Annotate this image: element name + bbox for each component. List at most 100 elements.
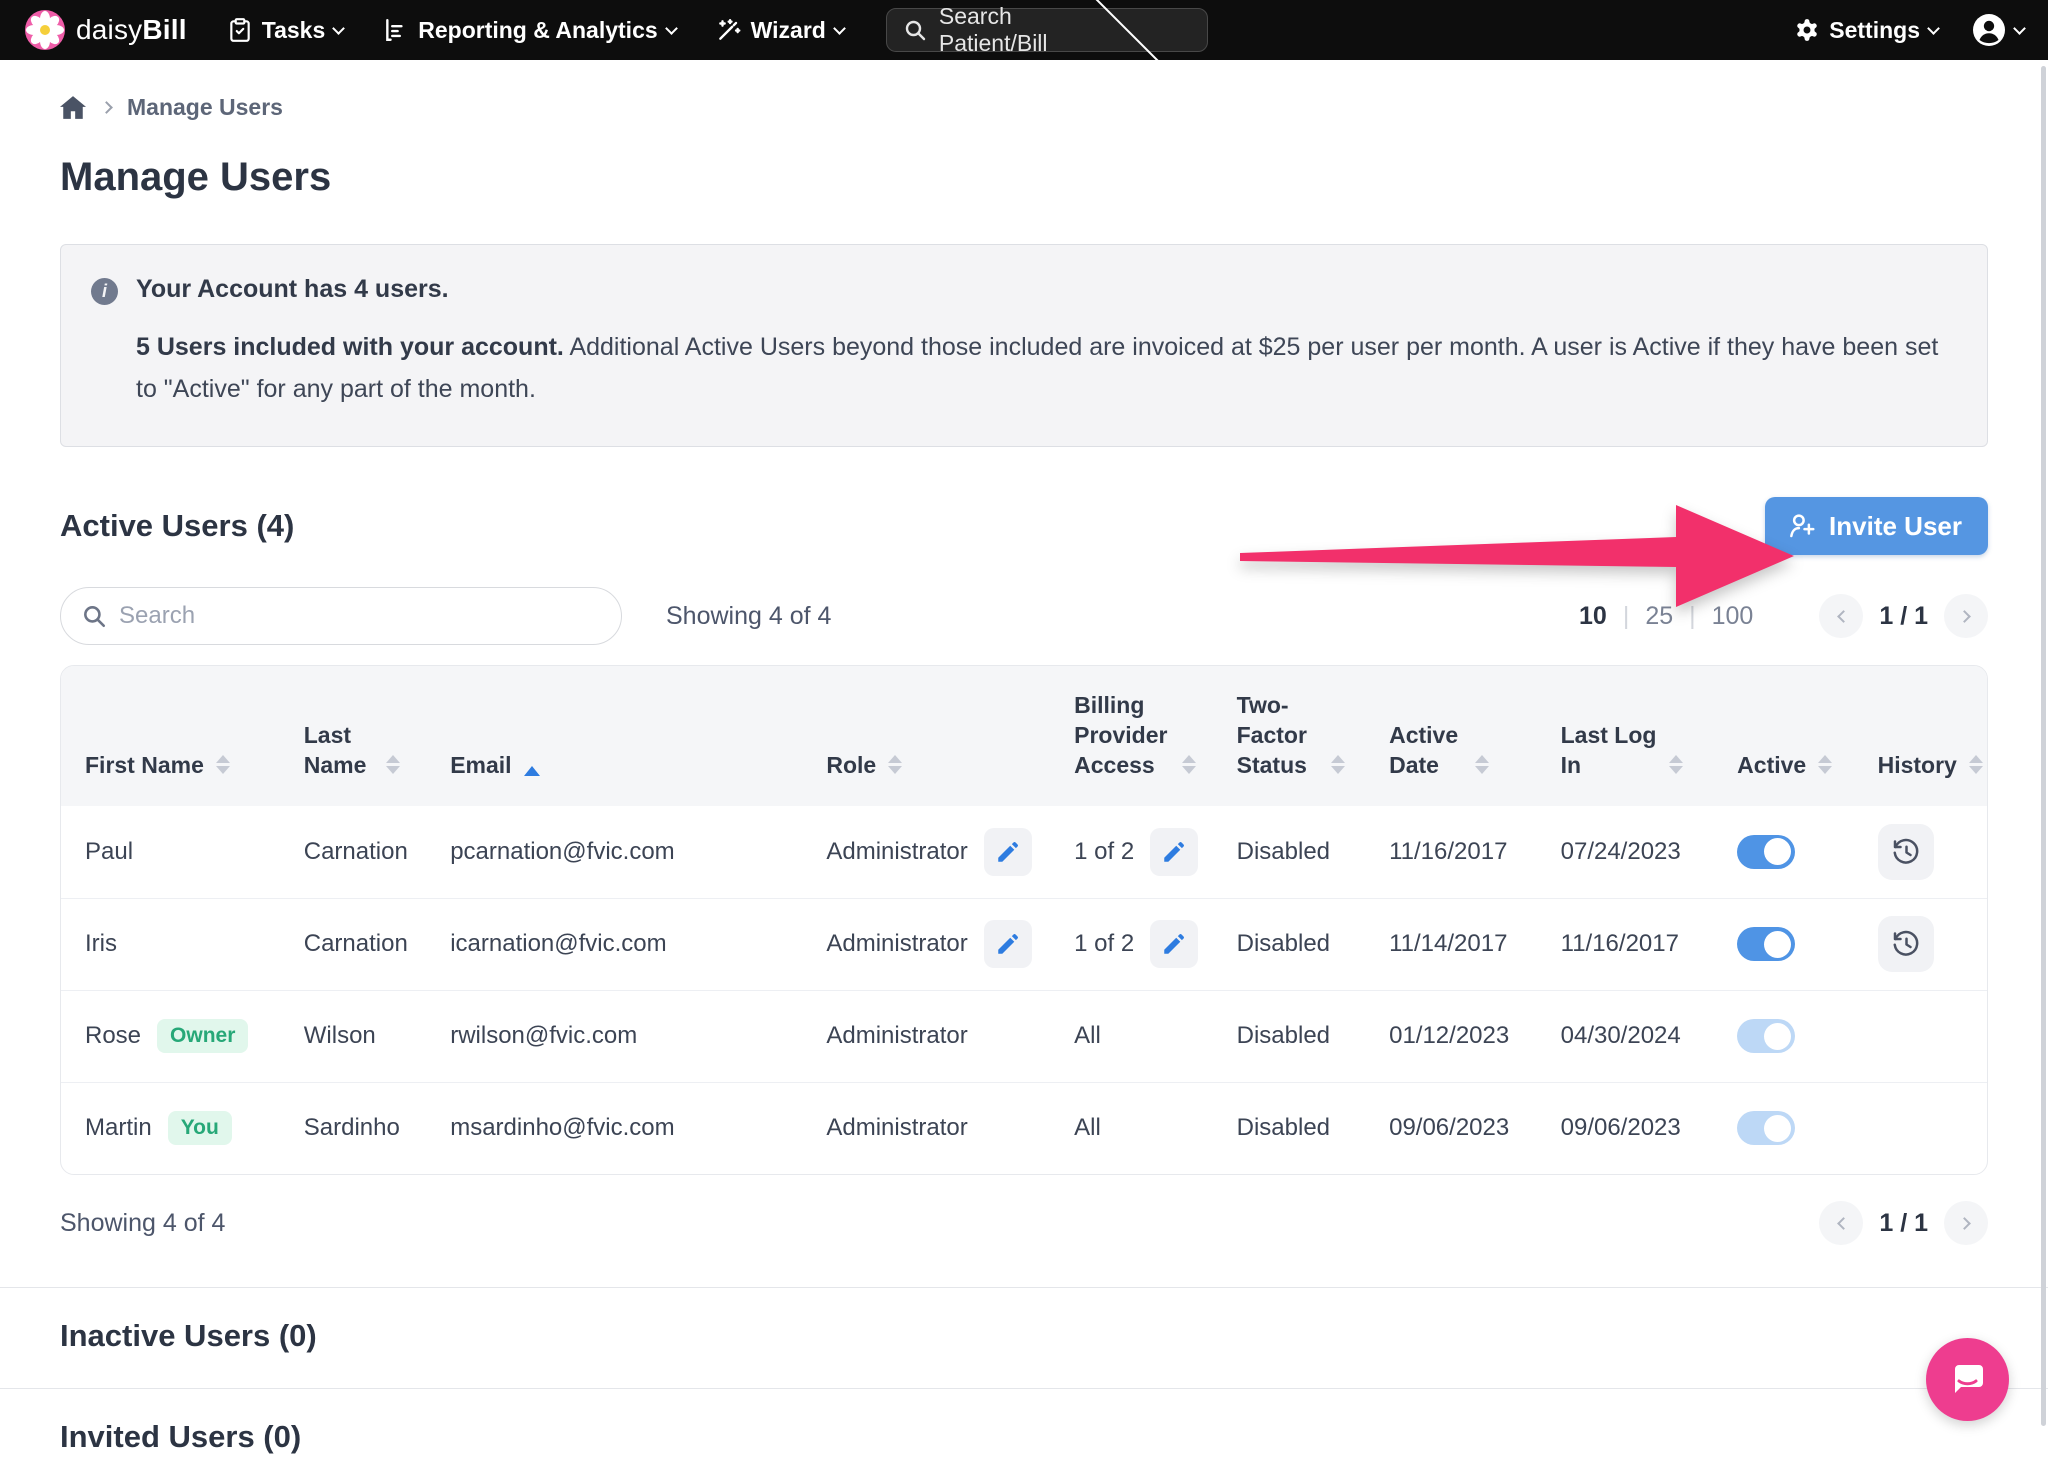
cell-two-factor-status: Disabled — [1237, 990, 1389, 1082]
cell-two-factor-status: Disabled — [1237, 1082, 1389, 1174]
cell-role: Administrator — [826, 1082, 1074, 1174]
invited-users-heading[interactable]: Invited Users (0) — [60, 1419, 1988, 1455]
table-row: PaulCarnationpcarnation@fvic.comAdminist… — [61, 806, 1987, 898]
billing-access-value: 1 of 2 — [1074, 838, 1134, 866]
scrollbar[interactable] — [2041, 66, 2046, 1426]
active-users-table: First Name Last Name Email Role Billing … — [60, 665, 1988, 1175]
clipboard-icon — [227, 17, 253, 43]
daisy-flower-icon — [24, 9, 66, 51]
cell-role: Administrator — [826, 806, 1074, 898]
edit-billing-access-button[interactable] — [1150, 828, 1198, 876]
cell-first-name: Iris — [61, 898, 304, 990]
sort-icon[interactable] — [1818, 755, 1832, 780]
edit-billing-access-button[interactable] — [1150, 920, 1198, 968]
inactive-users-heading[interactable]: Inactive Users (0) — [60, 1318, 1988, 1354]
edit-role-button[interactable] — [984, 920, 1032, 968]
home-icon[interactable] — [60, 96, 86, 120]
account-menu[interactable] — [1972, 13, 2024, 47]
table-row: IrisCarnationicarnation@fvic.comAdminist… — [61, 898, 1987, 990]
invite-user-label: Invite User — [1829, 511, 1962, 542]
history-icon — [1891, 837, 1921, 867]
page-size-25[interactable]: 25 — [1645, 602, 1673, 631]
invite-user-button[interactable]: Invite User — [1765, 497, 1988, 555]
col-two-factor-status: Two-Factor Status — [1237, 690, 1319, 780]
cell-email: icarnation@fvic.com — [450, 898, 826, 990]
nav-item-tasks[interactable]: Tasks — [227, 17, 344, 44]
nav-item-label: Settings — [1829, 17, 1920, 44]
col-active-date: Active Date — [1389, 720, 1463, 780]
prev-page-button[interactable] — [1819, 1201, 1863, 1245]
history-button[interactable] — [1878, 824, 1934, 880]
cell-billing-access: All — [1074, 1082, 1237, 1174]
info-banner-bold: 5 Users included with your account. — [136, 333, 564, 361]
info-banner: i Your Account has 4 users. 5 Users incl… — [60, 244, 1988, 447]
sort-icon[interactable] — [1475, 755, 1489, 780]
edit-role-button[interactable] — [984, 828, 1032, 876]
users-search[interactable] — [60, 587, 622, 645]
pencil-icon — [1161, 839, 1187, 865]
separator: | — [1689, 602, 1696, 631]
active-toggle[interactable] — [1737, 927, 1795, 961]
sort-icon[interactable] — [386, 755, 400, 780]
toggle-knob — [1764, 931, 1791, 958]
sort-ascending-icon[interactable] — [524, 738, 540, 780]
next-page-button[interactable] — [1944, 594, 1988, 638]
pencil-icon — [995, 839, 1021, 865]
nav-item-wizard[interactable]: Wizard — [716, 17, 844, 44]
cell-last-login: 07/24/2023 — [1561, 806, 1738, 898]
active-toggle[interactable] — [1737, 835, 1795, 869]
user-plus-icon — [1787, 511, 1817, 541]
cell-last-name: Sardinho — [304, 1082, 450, 1174]
page-size-10[interactable]: 10 — [1579, 602, 1607, 631]
page-size-100[interactable]: 100 — [1712, 602, 1754, 631]
users-search-input[interactable] — [119, 602, 601, 630]
page-title: Manage Users — [60, 155, 1988, 200]
col-active: Active — [1737, 750, 1806, 780]
pagination-bottom: 1 / 1 — [1819, 1201, 1988, 1245]
toggle-knob — [1764, 838, 1791, 865]
cell-email: msardinho@fvic.com — [450, 1082, 826, 1174]
top-nav: daisyBill Tasks Reporting & Analytics Wi… — [0, 0, 2048, 60]
cell-last-name: Carnation — [304, 806, 450, 898]
sort-icon[interactable] — [1669, 755, 1683, 780]
showing-count-bottom: Showing 4 of 4 — [60, 1209, 225, 1238]
cell-role: Administrator — [826, 990, 1074, 1082]
breadcrumb-current[interactable]: Manage Users — [127, 94, 283, 121]
cell-history — [1878, 898, 1987, 990]
brand-logo[interactable]: daisyBill — [24, 9, 187, 51]
col-last-log-in: Last Log In — [1561, 720, 1657, 780]
cell-last-name: Wilson — [304, 990, 450, 1082]
chat-launcher-button[interactable] — [1926, 1338, 2009, 1421]
prev-page-button[interactable] — [1819, 594, 1863, 638]
history-button[interactable] — [1878, 916, 1934, 972]
table-row: RoseOwnerWilsonrwilson@fvic.comAdministr… — [61, 990, 1987, 1082]
sort-icon[interactable] — [1331, 755, 1345, 780]
history-icon — [1891, 929, 1921, 959]
cell-last-login: 09/06/2023 — [1561, 1082, 1738, 1174]
cell-first-name: MartinYou — [61, 1082, 304, 1174]
pencil-icon — [995, 931, 1021, 957]
cell-two-factor-status: Disabled — [1237, 898, 1389, 990]
user-badge: Owner — [157, 1019, 248, 1053]
sort-icon[interactable] — [888, 755, 902, 780]
toggle-knob — [1764, 1023, 1791, 1050]
chevron-left-icon — [1837, 610, 1850, 623]
nav-item-reporting[interactable]: Reporting & Analytics — [383, 17, 675, 44]
next-page-button[interactable] — [1944, 1201, 1988, 1245]
patient-bill-search[interactable]: Search Patient/Bill — [886, 8, 1208, 52]
info-icon: i — [91, 278, 118, 305]
nav-item-settings[interactable]: Settings — [1794, 17, 1938, 44]
user-role: Administrator — [826, 1114, 967, 1142]
user-badge: You — [168, 1111, 232, 1145]
sort-icon[interactable] — [1182, 755, 1196, 780]
cell-active-date: 09/06/2023 — [1389, 1082, 1561, 1174]
chevron-down-icon — [1084, 0, 1176, 74]
page-indicator: 1 / 1 — [1879, 1209, 1928, 1238]
nav-item-label: Wizard — [751, 17, 826, 44]
sort-icon[interactable] — [1969, 755, 1983, 780]
sort-icon[interactable] — [216, 755, 230, 780]
avatar-icon — [1972, 13, 2006, 47]
cell-billing-access: 1 of 2 — [1074, 898, 1237, 990]
chevron-down-icon — [1927, 22, 1940, 35]
separator: | — [1623, 602, 1630, 631]
